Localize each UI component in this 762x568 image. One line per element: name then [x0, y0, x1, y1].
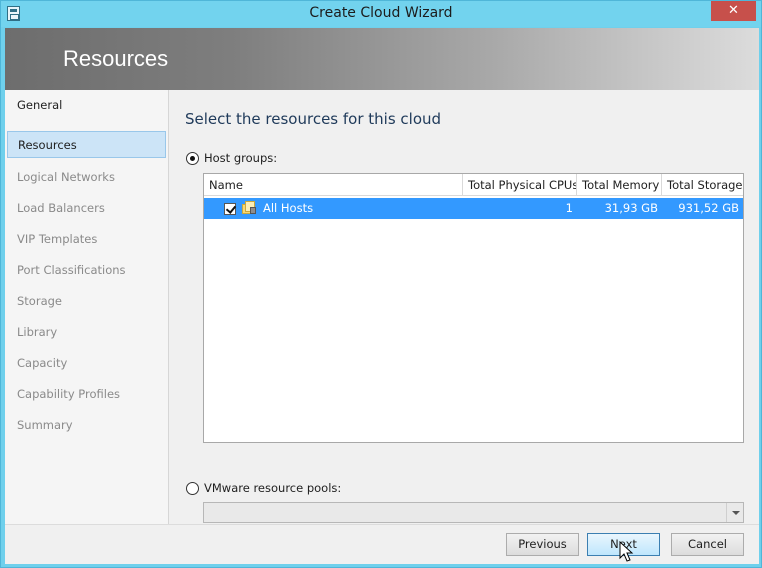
row-storage: 931,52 GB	[678, 201, 739, 215]
vmware-pools-radio[interactable]	[186, 482, 199, 495]
wizard-content: Select the resources for this cloud Host…	[170, 90, 759, 524]
wizard-client-area: Resources General Resources Logical Netw…	[5, 28, 759, 564]
wizard-steps-nav: General Resources Logical Networks Load …	[5, 90, 169, 524]
nav-step-capability-profiles[interactable]: Capability Profiles	[7, 381, 166, 408]
column-header-total-physical-cpus[interactable]: Total Physical CPUs	[463, 174, 577, 196]
nav-step-general[interactable]: General	[7, 92, 166, 119]
section-heading: Select the resources for this cloud	[185, 110, 442, 128]
row-cpus: 1	[565, 201, 573, 215]
host-groups-radio[interactable]	[186, 152, 199, 165]
row-memory: 31,93 GB	[604, 201, 658, 215]
column-header-total-memory[interactable]: Total Memory	[577, 174, 662, 196]
vmware-pools-label[interactable]: VMware resource pools:	[204, 481, 341, 495]
page-title: Resources	[63, 46, 169, 71]
page-banner: Resources	[5, 28, 759, 90]
chevron-down-icon[interactable]	[726, 503, 743, 522]
host-group-checkbox[interactable]	[224, 203, 236, 215]
nav-step-summary[interactable]: Summary	[7, 412, 166, 439]
mouse-cursor-icon	[619, 541, 634, 562]
title-bar[interactable]: Create Cloud Wizard ✕	[1, 1, 761, 27]
window-title: Create Cloud Wizard	[309, 5, 453, 21]
cancel-button[interactable]: Cancel	[671, 533, 744, 556]
host-group-folder-icon	[242, 201, 257, 215]
previous-button[interactable]: Previous	[506, 533, 579, 556]
column-header-total-storage[interactable]: Total Storage	[662, 174, 743, 196]
close-button[interactable]: ✕	[711, 1, 756, 21]
nav-step-port-classifications[interactable]: Port Classifications	[7, 257, 166, 284]
table-row[interactable]: All Hosts 1 31,93 GB 931,52 GB	[204, 198, 743, 219]
nav-step-capacity[interactable]: Capacity	[7, 350, 166, 377]
wizard-footer: Previous Next Cancel	[5, 524, 759, 564]
nav-step-resources[interactable]: Resources	[7, 131, 166, 158]
wizard-window: Create Cloud Wizard ✕ Resources General …	[0, 0, 762, 568]
nav-step-storage[interactable]: Storage	[7, 288, 166, 315]
nav-step-vip-templates[interactable]: VIP Templates	[7, 226, 166, 253]
nav-step-logical-networks[interactable]: Logical Networks	[7, 164, 166, 191]
vmware-pools-dropdown[interactable]	[203, 502, 744, 523]
host-groups-label[interactable]: Host groups:	[204, 151, 277, 165]
host-groups-table[interactable]: Name Total Physical CPUs Total Memory To…	[203, 173, 744, 443]
nav-step-load-balancers[interactable]: Load Balancers	[7, 195, 166, 222]
table-header: Name Total Physical CPUs Total Memory To…	[204, 174, 743, 196]
row-name: All Hosts	[263, 201, 314, 215]
nav-step-library[interactable]: Library	[7, 319, 166, 346]
column-header-name[interactable]: Name	[204, 174, 463, 196]
